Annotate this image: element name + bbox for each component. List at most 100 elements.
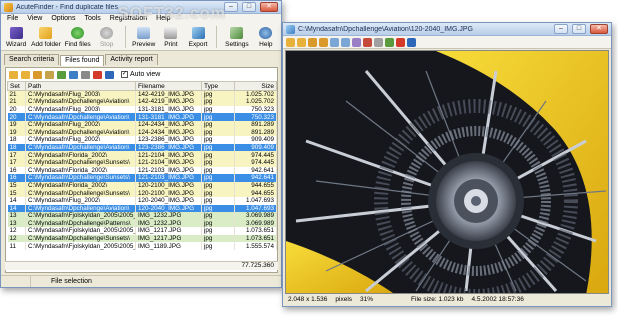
viewer-maximize-button[interactable]: □ [572, 24, 586, 34]
copy-icon[interactable] [45, 70, 54, 79]
cell-size: 750.323 [234, 105, 277, 114]
settings-icon[interactable] [385, 37, 394, 47]
uncheck-icon[interactable] [81, 70, 90, 79]
cell-set: 17 [7, 151, 26, 159]
cell-size: 891.289 [234, 120, 277, 129]
menu-options[interactable]: Options [51, 15, 75, 24]
help-label: Help [259, 41, 273, 48]
table-row[interactable]: 18 C:\Myndasafn\Flug_2002\ 123-2386_IMG.JP… [7, 136, 277, 144]
find-files-button[interactable]: Find files [64, 27, 92, 48]
first-image-icon[interactable] [297, 37, 306, 47]
settings-button[interactable]: Settings [223, 27, 251, 48]
table-row[interactable]: 12C:\Myndasafn\Fjolskyldan_2005\2005_05_… [7, 227, 277, 235]
cell-filename: 120-2040_IMG.JPG [135, 196, 202, 205]
image-viewer-window: C:\Myndasafn\Dpchallenge\Aviation\120-20… [282, 22, 612, 307]
add-folder-button[interactable]: Add folder [31, 27, 61, 48]
cell-set: 19 [7, 120, 26, 129]
delete-icon[interactable] [93, 70, 102, 79]
cell-set: 15 [7, 181, 26, 190]
export-button[interactable]: Export [186, 27, 210, 48]
rename-icon[interactable] [57, 70, 66, 79]
checkbox-box: ✓ [121, 71, 128, 78]
stop-button[interactable]: Stop [95, 27, 119, 48]
tab-files-found[interactable]: Files found [60, 55, 105, 66]
close-button[interactable]: ✕ [260, 2, 278, 12]
viewer-statusbar: 2.048 x 1.536 pixels 31% File size: 1.02… [285, 294, 609, 304]
wizard-button[interactable]: Wizard [4, 27, 28, 48]
open-folder-icon[interactable] [9, 70, 18, 79]
minimize-button[interactable]: – [224, 2, 238, 12]
zoom-out-icon[interactable] [341, 37, 350, 47]
maximize-button[interactable]: □ [242, 2, 256, 12]
check-icon[interactable] [69, 70, 78, 79]
cell-set: 20 [7, 113, 26, 121]
cell-filename: IMG_1232.JPG [135, 219, 202, 228]
cell-type: jpg [201, 181, 235, 190]
zoom-level: 31% [360, 295, 374, 303]
cell-filename: 120-2100_IMG.JPG [135, 189, 202, 197]
rotate-icon[interactable] [363, 37, 372, 47]
preview-button[interactable]: Preview [132, 27, 156, 48]
table-row[interactable]: 16 C:\Myndasafn\Dpchallenge\Sunsets\ 121-2… [7, 174, 277, 182]
table-row[interactable]: 13 C:\Myndasafn\Dpchallenge\Patterns\ IMG_… [7, 219, 277, 228]
tab-activity-report[interactable]: Activity report [105, 54, 158, 65]
menu-file[interactable]: File [7, 15, 18, 24]
stop-label: Stop [99, 41, 114, 48]
col-filename[interactable]: Filename [135, 81, 202, 91]
table-row[interactable]: 20 C:\Myndasafn\Flug_2003\ 131-3181_IMG.JP… [7, 105, 277, 114]
print-icon[interactable] [374, 37, 383, 47]
delete-icon[interactable] [396, 37, 405, 47]
open-file-icon[interactable] [21, 70, 30, 79]
table-row[interactable]: 18 C:\Myndasafn\Dpchallenge\Aviation\ 123-… [7, 143, 277, 152]
cell-path: C:\Myndasafn\Fjolskyldan_2005\2005_05_03… [25, 242, 136, 251]
table-row[interactable]: 17 C:\Myndasafn\Florida_2002\ 121-2104_IMG… [7, 151, 277, 159]
menu-tools[interactable]: Tools [84, 15, 100, 24]
next-icon[interactable] [319, 37, 328, 47]
cell-size: 1.025.702 [234, 90, 277, 99]
help-icon[interactable] [407, 37, 416, 47]
print-button[interactable]: Print [159, 27, 183, 48]
cell-path: C:\Myndasafn\Dpchallenge\Sunsets\ [25, 234, 136, 243]
toolbar-separator [216, 26, 218, 48]
zoom-in-icon[interactable] [330, 37, 339, 47]
add-folder-label: Add folder [31, 41, 61, 48]
auto-view-checkbox[interactable]: ✓ Auto view [121, 71, 160, 78]
col-set[interactable]: Set [7, 81, 26, 91]
previous-icon[interactable] [308, 37, 317, 47]
table-row[interactable]: 11C:\Myndasafn\Fjolskyldan_2005\2005_05_… [7, 242, 277, 251]
col-size[interactable]: Size [234, 81, 277, 91]
table-row[interactable]: 16 C:\Myndasafn\Florida_2002\ 121-2103_IMG… [7, 166, 277, 175]
cell-set: 13 [7, 212, 26, 220]
table-row[interactable]: 21 C:\Myndasafn\Flug_2003\ 142-4219_IMG.JP… [7, 90, 277, 99]
viewer-minimize-button[interactable]: – [554, 24, 568, 34]
engine-photo [286, 51, 608, 293]
table-row[interactable]: 20 C:\Myndasafn\Dpchallenge\Aviation\ 131-… [7, 113, 277, 121]
table-row[interactable]: 14 C:\Myndasafn\Flug_2002\ 120-2040_IMG.JP… [7, 196, 277, 205]
help-button[interactable]: Help [254, 27, 278, 48]
file-size: File size: 1.023 kb [411, 295, 464, 303]
col-type[interactable]: Type [201, 81, 235, 91]
table-row[interactable]: 13C:\Myndasafn\Fjolskyldan_2005\2005_05_… [7, 212, 277, 220]
table-row[interactable]: 14 C:\Myndasafn\Dpchallenge\Aviation\ 120-… [7, 204, 277, 213]
table-row[interactable]: 12 C:\Myndasafn\Dpchallenge\Sunsets\ IMG_1… [7, 234, 277, 243]
cell-type: jpg [201, 128, 235, 137]
table-row[interactable]: 19 C:\Myndasafn\Flug_2002\ 124-2434_IMG.JP… [7, 120, 277, 129]
menu-view[interactable]: View [27, 15, 42, 24]
table-row[interactable]: 15 C:\Myndasafn\Dpchallenge\Sunsets\ 120-2… [7, 189, 277, 197]
cell-path: C:\Myndasafn\Dpchallenge\Aviation\ [25, 143, 136, 152]
move-icon[interactable] [33, 70, 42, 79]
cell-path: C:\Myndasafn\Dpchallenge\Sunsets\ [25, 158, 136, 167]
col-path[interactable]: Path [25, 81, 136, 91]
table-row[interactable]: 21 C:\Myndasafn\Dpchallenge\Aviation\ 142-… [7, 98, 277, 106]
open-folder-icon[interactable] [286, 37, 295, 47]
table-row[interactable]: 15 C:\Myndasafn\Florida_2002\ 120-2100_IMG… [7, 181, 277, 190]
settings-label: Settings [225, 41, 249, 48]
cell-type: jpg [201, 204, 235, 213]
tab-search-criteria[interactable]: Search criteria [4, 54, 60, 65]
table-row[interactable]: 19 C:\Myndasafn\Dpchallenge\Aviation\ 124-… [7, 128, 277, 137]
fit-icon[interactable] [352, 37, 361, 47]
viewer-close-button[interactable]: ✕ [590, 24, 608, 34]
table-row[interactable]: 17 C:\Myndasafn\Dpchallenge\Sunsets\ 121-2… [7, 158, 277, 167]
viewer-titlebar[interactable]: C:\Myndasafn\Dpchallenge\Aviation\120-20… [283, 23, 611, 36]
recycle-icon[interactable] [105, 70, 114, 79]
